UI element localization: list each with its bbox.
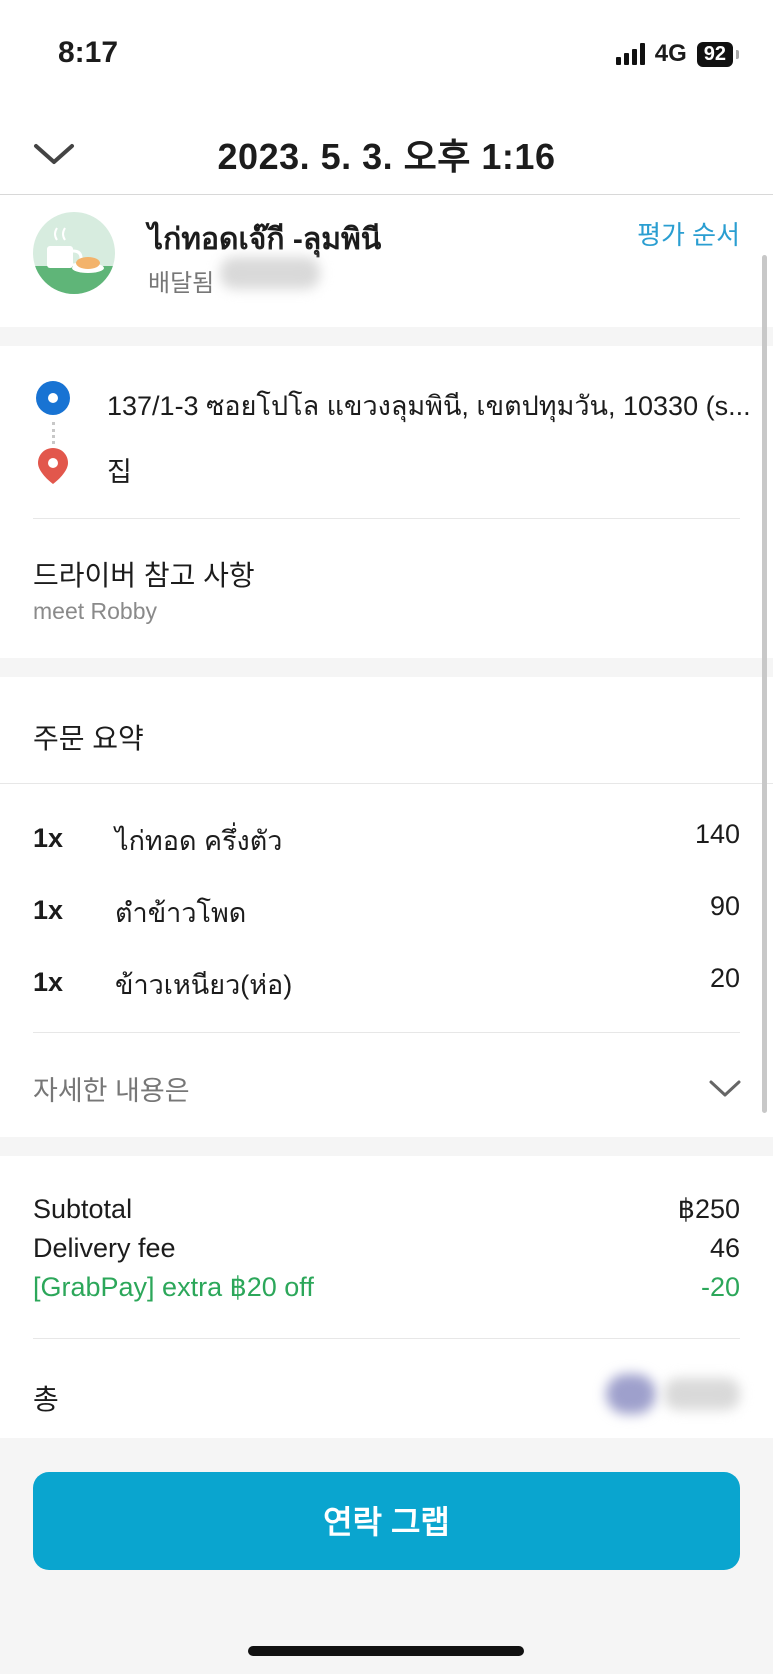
status-bar: 8:17 4G 92 bbox=[0, 0, 773, 110]
redacted-time bbox=[220, 257, 320, 289]
order-item: 1x ตำข้าวโพด 90 bbox=[33, 891, 740, 931]
origin-dot-icon bbox=[36, 381, 70, 415]
pickup-address: 137/1-3 ซอยโปโล แขวงลุมพินี, เขตปทุมวัน,… bbox=[107, 391, 751, 421]
driver-note-title: 드라이버 참고 사항 bbox=[33, 560, 255, 591]
merchant-card: ไก่ทอดเจ๊กี -ลุมพินี 배달됨 평가 순서 bbox=[0, 195, 773, 327]
promo-label: [GrabPay] extra ฿20 off bbox=[33, 1272, 314, 1302]
subtotal-row: Subtotal ฿250 bbox=[33, 1194, 740, 1225]
item-name: ไก่ทอด ครึ่งตัว bbox=[115, 826, 283, 856]
promo-row: [GrabPay] extra ฿20 off -20 bbox=[33, 1272, 740, 1303]
contact-grab-button[interactable]: 연락 그랩 bbox=[33, 1472, 740, 1570]
item-quantity: 1x bbox=[33, 823, 64, 853]
promo-value: -20 bbox=[700, 1272, 740, 1302]
item-name: ข้าวเหนียว(ห่อ) bbox=[115, 970, 293, 1000]
delivery-fee-value: 46 bbox=[709, 1233, 740, 1263]
location-pin-icon bbox=[38, 448, 68, 484]
divider bbox=[33, 1338, 740, 1339]
totals-card: Subtotal ฿250 Delivery fee 46 [GrabPay] … bbox=[0, 1156, 773, 1438]
item-price: 90 bbox=[709, 891, 740, 921]
route-card: 137/1-3 ซอยโปโล แขวงลุมพินี, เขตปทุมวัน,… bbox=[0, 346, 773, 658]
order-item: 1x ไก่ทอด ครึ่งตัว 140 bbox=[33, 819, 740, 859]
item-quantity: 1x bbox=[33, 967, 64, 997]
signal-icon bbox=[615, 43, 645, 65]
battery-icon: 92 bbox=[696, 41, 740, 67]
merchant-avatar bbox=[33, 212, 115, 294]
chevron-down-icon[interactable] bbox=[707, 1070, 743, 1106]
item-quantity: 1x bbox=[33, 895, 64, 925]
delivery-fee-label: Delivery fee bbox=[33, 1233, 176, 1263]
divider bbox=[33, 518, 740, 519]
redacted-total-icon bbox=[606, 1374, 656, 1414]
item-price: 140 bbox=[694, 819, 740, 849]
page-title: 2023. 5. 3. 오후 1:16 bbox=[217, 136, 556, 177]
item-price: 20 bbox=[709, 963, 740, 993]
details-toggle[interactable]: 자세한 내용은 bbox=[33, 1069, 190, 1108]
rate-order-link[interactable]: 평가 순서 bbox=[637, 215, 740, 252]
order-status: 배달됨 bbox=[148, 270, 215, 297]
order-item: 1x ข้าวเหนียว(ห่อ) 20 bbox=[33, 963, 740, 1003]
status-time: 8:17 bbox=[58, 36, 119, 69]
driver-note-text: meet Robby bbox=[33, 598, 158, 624]
redacted-total-value bbox=[664, 1378, 740, 1410]
food-illustration-icon bbox=[33, 227, 115, 294]
home-indicator[interactable] bbox=[248, 1646, 524, 1656]
subtotal-label: Subtotal bbox=[33, 1194, 133, 1224]
order-summary-title: 주문 요약 bbox=[33, 723, 144, 754]
network-type: 4G bbox=[654, 40, 687, 67]
header: 2023. 5. 3. 오후 1:16 bbox=[0, 110, 773, 195]
order-summary-card: 주문 요약 1x ไก่ทอด ครึ่งตัว 140 1x ตำข้าวโพ… bbox=[0, 677, 773, 1137]
status-indicators: 4G 92 bbox=[615, 40, 740, 68]
item-name: ตำข้าวโพด bbox=[115, 898, 247, 928]
dropoff-address: 집 bbox=[107, 457, 132, 487]
merchant-name: ไก่ทอดเจ๊กี -ลุมพินี bbox=[148, 223, 382, 256]
scrollbar[interactable] bbox=[762, 255, 767, 1113]
delivery-fee-row: Delivery fee 46 bbox=[33, 1233, 740, 1264]
divider bbox=[0, 783, 773, 784]
route-connector bbox=[52, 422, 58, 444]
total-label: 총 bbox=[33, 1384, 59, 1415]
divider bbox=[33, 1032, 740, 1033]
subtotal-value: ฿250 bbox=[677, 1194, 740, 1224]
